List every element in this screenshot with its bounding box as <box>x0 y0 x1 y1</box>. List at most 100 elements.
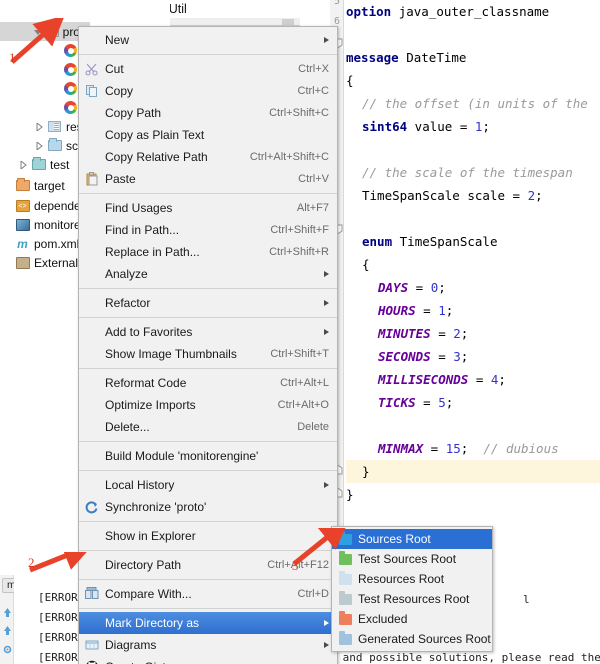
tree-item-pom-xml[interactable]: m pom.xml <box>0 234 79 253</box>
folder-teal-icon <box>30 155 47 174</box>
arrow-up-icon[interactable] <box>2 605 13 617</box>
code-token: ; <box>498 372 506 387</box>
submenu-item-test-resources-root[interactable]: Test Resources Root <box>332 589 492 609</box>
menu-item-paste[interactable]: Paste Ctrl+V <box>79 168 337 190</box>
menu-item-create-gist[interactable]: Create Gist... <box>79 656 337 664</box>
code-line: } <box>346 460 600 483</box>
menu-item-shortcut: Delete <box>297 421 329 433</box>
resources-root-icon <box>337 570 353 587</box>
mark-directory-as-submenu[interactable]: Sources Root Test Sources Root Resources R… <box>331 526 493 652</box>
menu-separator <box>79 288 337 289</box>
submenu-item-generated-sources-root[interactable]: Generated Sources Root <box>332 629 492 649</box>
menu-item-label: Show Image Thumbnails <box>105 347 237 361</box>
code-token: DAYS <box>378 280 409 295</box>
menu-item-label: Add to Favorites <box>105 325 193 339</box>
menu-item-delete[interactable]: Delete... Delete <box>79 416 337 438</box>
tree-expand-toggle[interactable] <box>32 136 46 155</box>
code-token: MINMAX <box>378 441 424 456</box>
menu-item-show-image-thumbnails[interactable]: Show Image Thumbnails Ctrl+Shift+T <box>79 343 337 365</box>
menu-item-shortcut: Ctrl+Shift+F <box>270 224 329 236</box>
menu-item-add-to-favorites[interactable]: Add to Favorites <box>79 321 337 343</box>
menu-item-build-module-monitorengine[interactable]: Build Module 'monitorengine' <box>79 445 337 467</box>
menu-separator <box>79 608 337 609</box>
library-icon <box>14 253 31 272</box>
menu-item-label: Copy Relative Path <box>105 150 208 164</box>
code-token: DateTime <box>406 50 467 65</box>
code-token: // the scale of the timespan <box>362 165 573 180</box>
excluded-icon <box>337 610 353 627</box>
code-token: option <box>346 4 399 19</box>
menu-item-local-history[interactable]: Local History <box>79 474 337 496</box>
tabstrip-scroll-nub[interactable] <box>282 19 294 25</box>
settings-icon[interactable] <box>2 642 13 654</box>
console-text-fragment: l <box>523 593 530 606</box>
tree-expand-toggle[interactable] <box>32 117 46 136</box>
code-token: 15 <box>445 441 461 456</box>
menu-item-label: Delete... <box>105 420 150 434</box>
code-line: sint64 value = 1; <box>346 115 600 138</box>
tree-item-proto[interactable]: proto <box>0 22 90 41</box>
code-line: // the scale of the timespan <box>346 161 600 184</box>
menu-item-shortcut: Ctrl+C <box>297 85 329 97</box>
code-editor[interactable]: 5 6 option java_outer_classname message … <box>330 0 600 575</box>
code-line: TimeSpanScale scale = 2; <box>346 184 600 207</box>
menu-item-refactor[interactable]: Refactor <box>79 292 337 314</box>
menu-item-label: Compare With... <box>105 587 192 601</box>
submenu-item-label: Test Resources Root <box>358 592 470 606</box>
menu-item-copy-path[interactable]: Copy Path Ctrl+Shift+C <box>79 102 337 124</box>
menu-item-replace-in-path[interactable]: Replace in Path... Ctrl+Shift+R <box>79 241 337 263</box>
menu-item-optimize-imports[interactable]: Optimize Imports Ctrl+Alt+O <box>79 394 337 416</box>
menu-item-new[interactable]: New <box>79 29 337 51</box>
menu-item-label: Reformat Code <box>105 376 187 390</box>
menu-item-show-in-explorer[interactable]: Show in Explorer <box>79 525 337 547</box>
menu-item-cut[interactable]: Cut Ctrl+X <box>79 58 337 80</box>
menu-item-shortcut: Ctrl+Shift+C <box>269 107 329 119</box>
menu-item-shortcut: Ctrl+D <box>297 588 329 600</box>
menu-item-find-in-path[interactable]: Find in Path... Ctrl+Shift+F <box>79 219 337 241</box>
code-line: message DateTime <box>346 46 600 69</box>
submenu-item-sources-root[interactable]: Sources Root <box>332 529 492 549</box>
folder-grey-icon <box>44 22 60 41</box>
code-line: enum TimeSpanScale <box>346 230 600 253</box>
submenu-arrow-icon <box>324 620 329 626</box>
tree-item-r[interactable]: r <box>0 98 86 117</box>
menu-item-copy-as-plain-text[interactable]: Copy as Plain Text <box>79 124 337 146</box>
menu-item-copy[interactable]: Copy Ctrl+C <box>79 80 337 102</box>
menu-item-shortcut: Ctrl+X <box>298 63 329 75</box>
code-content[interactable]: option java_outer_classname message Date… <box>346 0 600 575</box>
menu-item-find-usages[interactable]: Find Usages Alt+F7 <box>79 197 337 219</box>
code-token: 2 <box>453 326 461 341</box>
menu-item-compare-with[interactable]: Compare With... Ctrl+D <box>79 583 337 605</box>
code-token: // dubious <box>483 441 559 456</box>
submenu-item-excluded[interactable]: Excluded <box>332 609 492 629</box>
tree-item-target[interactable]: target <box>0 176 65 195</box>
tree-item-test[interactable]: test <box>0 155 69 174</box>
code-token: sint64 <box>362 119 408 134</box>
code-token: TICKS <box>378 395 416 410</box>
menu-item-analyze[interactable]: Analyze <box>79 263 337 285</box>
menu-item-shortcut: Ctrl+V <box>298 173 329 185</box>
tree-item-label: pom.xml <box>34 236 80 251</box>
code-token: HOURS <box>378 303 416 318</box>
menu-item-mark-directory-as[interactable]: Mark Directory as <box>79 612 337 634</box>
tree-expand-toggle[interactable] <box>16 155 30 174</box>
arrow-up-icon[interactable] <box>2 623 13 635</box>
submenu-item-test-sources-root[interactable]: Test Sources Root <box>332 549 492 569</box>
menu-separator <box>79 193 337 194</box>
menu-item-reformat-code[interactable]: Reformat Code Ctrl+Alt+L <box>79 372 337 394</box>
menu-item-synchronize-proto[interactable]: Synchronize 'proto' <box>79 496 337 518</box>
code-token: 2 <box>527 188 536 203</box>
menu-item-diagrams[interactable]: Diagrams <box>79 634 337 656</box>
submenu-arrow-icon <box>324 482 329 488</box>
github-icon <box>84 659 100 664</box>
tree-item-r[interactable]: r <box>0 79 86 98</box>
menu-item-copy-relative-path[interactable]: Copy Relative Path Ctrl+Alt+Shift+C <box>79 146 337 168</box>
submenu-item-label: Resources Root <box>358 572 445 586</box>
context-menu[interactable]: New Cut Ctrl+X Copy Ctrl+C Copy Path Ctrl+Shif… <box>78 26 338 664</box>
tree-collapse-toggle[interactable] <box>32 22 44 41</box>
code-token: MINUTES <box>378 326 431 341</box>
code-token: MILLISECONDS <box>378 372 469 387</box>
code-line: option java_outer_classname <box>346 0 600 23</box>
submenu-item-resources-root[interactable]: Resources Root <box>332 569 492 589</box>
